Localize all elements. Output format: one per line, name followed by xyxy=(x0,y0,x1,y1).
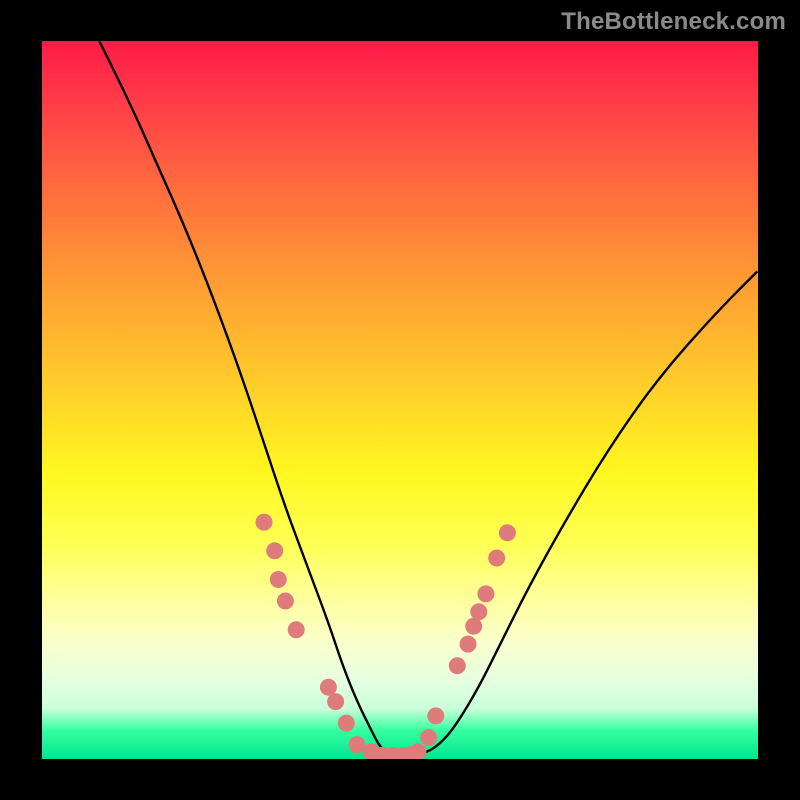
curve-marker xyxy=(349,736,366,753)
curve-marker xyxy=(270,571,287,588)
curve-marker xyxy=(427,707,444,724)
curve-marker xyxy=(499,524,516,541)
marker-group xyxy=(256,514,516,759)
curve-marker xyxy=(384,747,401,759)
curve-marker xyxy=(402,746,419,759)
watermark-text: TheBottleneck.com xyxy=(561,8,786,36)
curve-marker xyxy=(338,715,355,732)
curve-marker xyxy=(465,618,482,635)
curve-layer xyxy=(42,41,758,759)
bottleneck-curve xyxy=(99,41,758,755)
curve-marker xyxy=(327,693,344,710)
curve-marker xyxy=(363,743,380,759)
curve-marker xyxy=(266,542,283,559)
curve-marker xyxy=(395,747,412,759)
curve-marker xyxy=(420,729,437,746)
curve-marker xyxy=(449,657,466,674)
curve-marker xyxy=(460,636,477,653)
curve-marker xyxy=(277,593,294,610)
curve-marker xyxy=(288,621,305,638)
chart-frame: TheBottleneck.com xyxy=(0,0,800,800)
curve-marker xyxy=(477,585,494,602)
curve-marker xyxy=(470,603,487,620)
curve-marker xyxy=(374,747,391,759)
curve-marker xyxy=(409,743,426,759)
curve-marker xyxy=(320,679,337,696)
plot-area xyxy=(42,41,758,759)
curve-marker xyxy=(488,550,505,567)
curve-marker xyxy=(256,514,273,531)
